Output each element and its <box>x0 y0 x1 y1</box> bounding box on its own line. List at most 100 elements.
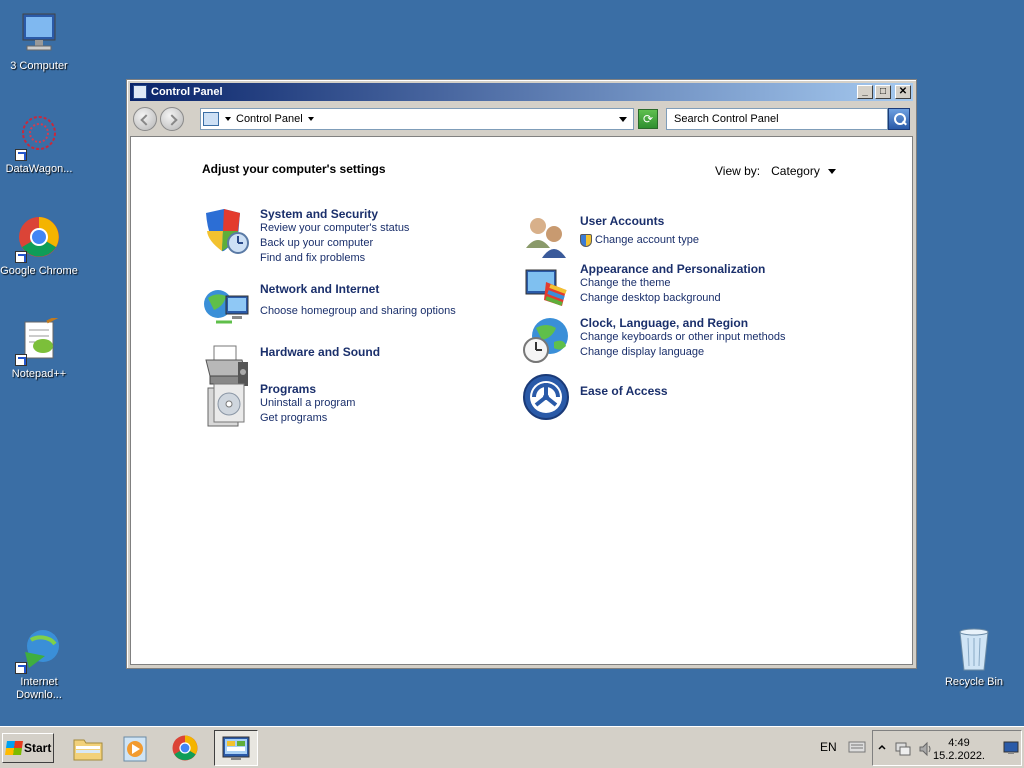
address-dropdown-icon[interactable] <box>619 117 627 122</box>
category-title[interactable]: Ease of Access <box>580 384 668 398</box>
control-panel-icon <box>203 112 219 126</box>
desktop-icon-label: 3 Computer <box>10 60 68 72</box>
minimize-button[interactable]: _ <box>857 85 873 99</box>
folder-icon <box>73 739 103 761</box>
internet-download-manager-icon <box>15 626 63 674</box>
taskbar-media-player[interactable] <box>113 730 157 766</box>
uac-shield-icon <box>580 234 592 247</box>
media-player-icon <box>123 736 147 762</box>
category-system-security: System and Security Review your computer… <box>202 207 409 266</box>
clock-time: 4:49 <box>948 737 970 749</box>
datawagon-icon <box>15 113 63 161</box>
category-title[interactable]: Programs <box>260 382 355 396</box>
breadcrumb-arrow-icon[interactable] <box>225 117 231 121</box>
category-network-internet: Network and Internet Choose homegroup an… <box>202 282 456 330</box>
system-tray: 4:49 15.2.2022. <box>872 730 1022 766</box>
category-title[interactable]: Network and Internet <box>260 282 456 296</box>
start-label: Start <box>24 741 52 755</box>
clock-globe-icon <box>522 316 570 364</box>
search-icon[interactable] <box>888 108 910 130</box>
breadcrumb-chevron-icon[interactable] <box>307 117 314 121</box>
category-appearance: Appearance and Personalization Change th… <box>522 262 765 310</box>
start-button[interactable]: Start <box>2 733 54 763</box>
chevron-down-icon[interactable] <box>827 168 836 174</box>
users-icon <box>522 214 570 262</box>
programs-icon <box>202 382 250 430</box>
view-by-dropdown[interactable]: Category <box>771 164 820 178</box>
control-panel-icon <box>222 736 250 760</box>
page-heading: Adjust your computer's settings <box>202 162 386 176</box>
windows-logo-icon <box>5 741 23 755</box>
navigation-toolbar: Control Panel ⟳ Search Control Panel <box>130 104 913 134</box>
link-change-theme[interactable]: Change the theme <box>580 276 765 291</box>
desktop-icon-idm[interactable]: Internet Downlo... <box>0 626 78 702</box>
desktop-icon-chrome[interactable]: Google Chrome <box>0 215 78 278</box>
desktop-icon-label: Internet Downlo... <box>16 676 62 701</box>
chrome-icon <box>172 735 198 761</box>
desktop-icon-recycle-bin[interactable]: Recycle Bin <box>935 626 1013 689</box>
category-title[interactable]: Hardware and Sound <box>260 345 380 359</box>
shortcut-arrow-icon <box>15 354 27 366</box>
link-backup[interactable]: Back up your computer <box>260 236 409 251</box>
forward-button[interactable] <box>160 107 184 131</box>
close-button[interactable]: ✕ <box>895 85 911 99</box>
search-input[interactable]: Search Control Panel <box>666 108 888 130</box>
taskbar: Start EN 4:49 15.2.2022. <box>0 726 1024 768</box>
category-user-accounts: User Accounts Change account type <box>522 214 699 262</box>
view-by: View by: Category <box>715 164 836 178</box>
link-fix-problems[interactable]: Find and fix problems <box>260 251 409 266</box>
link-change-keyboards[interactable]: Change keyboards or other input methods <box>580 330 785 345</box>
back-button[interactable] <box>133 107 157 131</box>
link-homegroup[interactable]: Choose homegroup and sharing options <box>260 304 456 319</box>
network-icon <box>202 282 250 330</box>
refresh-button[interactable]: ⟳ <box>638 109 658 129</box>
network-status-icon[interactable] <box>895 741 911 757</box>
desktop-icon-label: Google Chrome <box>0 265 78 277</box>
control-panel-content: Adjust your computer's settings View by:… <box>130 136 913 665</box>
keyboard-icon[interactable] <box>848 739 866 753</box>
shortcut-arrow-icon <box>15 149 27 161</box>
language-indicator[interactable]: EN <box>820 740 837 754</box>
desktop-icon-label: Recycle Bin <box>944 676 1004 688</box>
link-change-account-type[interactable]: Change account type <box>580 233 699 248</box>
window-title: Control Panel <box>151 86 223 98</box>
category-title[interactable]: Appearance and Personalization <box>580 262 765 276</box>
title-bar[interactable]: Control Panel _ □ ✕ <box>130 83 913 101</box>
chrome-icon <box>15 215 63 263</box>
category-clock-language: Clock, Language, and Region Change keybo… <box>522 316 785 364</box>
appearance-icon <box>522 262 570 310</box>
ease-of-access-icon <box>522 373 570 421</box>
category-title[interactable]: Clock, Language, and Region <box>580 316 785 330</box>
clock-date: 15.2.2022. <box>933 750 985 762</box>
link-get-programs[interactable]: Get programs <box>260 411 355 426</box>
taskbar-control-panel[interactable] <box>214 730 258 766</box>
desktop-icon-datawagon[interactable]: DataWagon... <box>0 113 78 176</box>
link-change-display-language[interactable]: Change display language <box>580 345 785 360</box>
address-bar[interactable]: Control Panel <box>200 108 634 130</box>
shield-icon <box>202 207 250 255</box>
desktop-icon-label: Notepad++ <box>11 368 67 380</box>
control-panel-icon <box>133 85 147 99</box>
volume-icon[interactable] <box>918 741 934 757</box>
link-change-background[interactable]: Change desktop background <box>580 291 765 306</box>
taskbar-chrome[interactable] <box>163 730 207 766</box>
maximize-button[interactable]: □ <box>875 85 891 99</box>
breadcrumb-control-panel[interactable]: Control Panel <box>236 113 303 125</box>
desktop-icon-notepadpp[interactable]: Notepad++ <box>0 314 78 381</box>
recycle-bin-icon <box>950 626 998 674</box>
link-label[interactable]: Change account type <box>595 233 699 248</box>
notepadpp-icon <box>15 314 63 366</box>
link-uninstall[interactable]: Uninstall a program <box>260 396 355 411</box>
link-review-status[interactable]: Review your computer's status <box>260 221 409 236</box>
taskbar-explorer[interactable] <box>66 730 110 766</box>
clock[interactable]: 4:49 15.2.2022. <box>933 737 985 763</box>
shortcut-arrow-icon <box>15 251 27 263</box>
category-title[interactable]: User Accounts <box>580 214 699 228</box>
computer-icon <box>15 10 63 58</box>
desktop-icon-computer[interactable]: 3 Computer <box>0 10 78 73</box>
category-ease-of-access: Ease of Access <box>522 373 668 421</box>
show-desktop-icon[interactable] <box>1003 741 1019 755</box>
category-title[interactable]: System and Security <box>260 207 409 221</box>
control-panel-window: Control Panel _ □ ✕ Control Panel ⟳ Sear… <box>126 79 917 669</box>
show-hidden-icons-icon[interactable] <box>878 743 886 753</box>
